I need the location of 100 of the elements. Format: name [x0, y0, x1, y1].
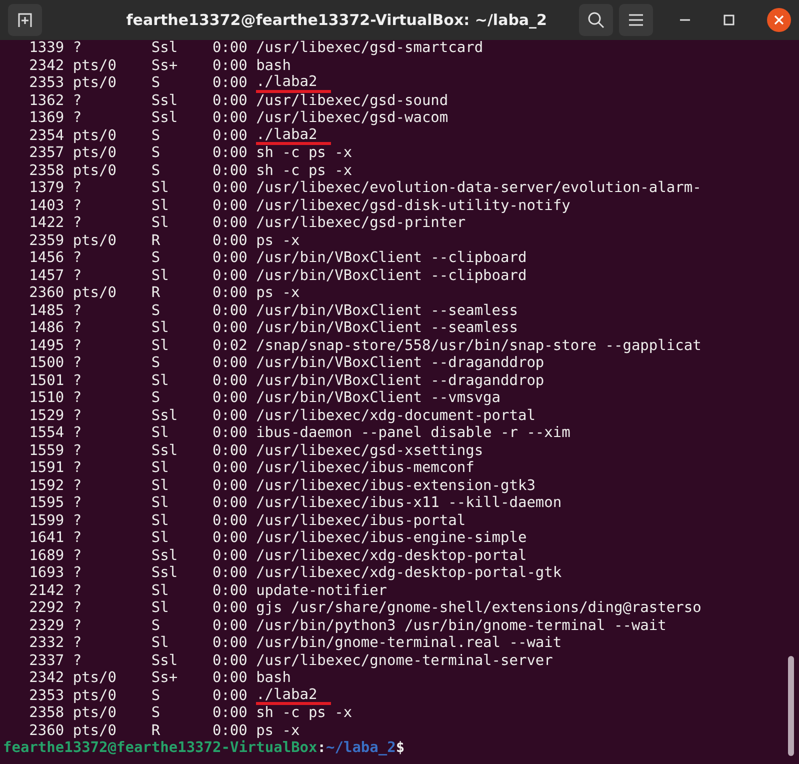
time-text: 0:00 — [211, 92, 248, 110]
time-text: 0:00 — [211, 565, 248, 582]
command-text: /usr/bin/VBoxClient --clipboard — [256, 268, 527, 285]
prompt-separator: : — [317, 740, 326, 756]
stat-text: S — [151, 250, 162, 268]
menu-icon — [628, 13, 644, 27]
stat-text: Sl — [151, 530, 170, 548]
tty-text: ? — [72, 92, 83, 110]
time-text: 0:00 — [211, 58, 248, 75]
tty-text: ? — [72, 302, 83, 320]
tty-text: pts/0 — [72, 128, 118, 145]
stat-text: S — [151, 618, 162, 635]
time-text: 0:00 — [211, 40, 248, 58]
pid-text: 1379 — [28, 180, 64, 198]
stat-text: S — [151, 128, 162, 145]
time-text: 0:00 — [211, 250, 248, 268]
pid-text: 1500 — [28, 355, 64, 372]
tty-text: ? — [72, 408, 83, 425]
pid-text: 2292 — [28, 600, 64, 618]
command-text: /usr/libexec/ibus-x11 --kill-daemon — [256, 495, 562, 512]
tty-text: ? — [72, 495, 83, 512]
tty-text: ? — [72, 600, 83, 618]
pid-text: 1599 — [28, 512, 64, 530]
tty-text: pts/0 — [72, 285, 118, 302]
search-button[interactable] — [579, 4, 613, 36]
close-button[interactable] — [767, 8, 791, 32]
pid-text: 1422 — [28, 215, 64, 232]
command-text: /usr/libexec/gsd-sound — [256, 92, 448, 110]
command-text: ps -x — [256, 232, 300, 250]
tty-text: ? — [72, 582, 83, 600]
stat-text: Sl — [151, 180, 170, 198]
time-text: 0:00 — [211, 75, 248, 92]
stat-text: Sl — [151, 372, 170, 390]
pid-text: 1486 — [28, 320, 64, 338]
time-text: 0:00 — [211, 215, 248, 232]
pid-text: 1501 — [28, 372, 64, 390]
pid-text: 1403 — [28, 198, 64, 215]
pid-text: 2329 — [28, 618, 64, 635]
command-text: update-notifier — [256, 582, 388, 600]
time-text: 0:00 — [211, 600, 248, 618]
window-title: fearthe13372@fearthe13372-VirtualBox: ~/laba_2 — [126, 11, 547, 29]
time-text: 0:00 — [211, 688, 248, 705]
tty-text: pts/0 — [72, 58, 118, 75]
pid-text: 1595 — [28, 495, 64, 512]
stat-text: S — [151, 355, 162, 372]
time-text: 0:00 — [211, 390, 248, 408]
tty-text: ? — [72, 548, 83, 565]
time-text: 0:00 — [211, 512, 248, 530]
pid-text: 2353 — [28, 75, 64, 92]
time-text: 0:00 — [211, 128, 248, 145]
tty-text: ? — [72, 110, 83, 128]
pid-text: 1457 — [28, 268, 64, 285]
stat-text: Sl — [151, 268, 170, 285]
stat-text: Sl — [151, 460, 170, 478]
tty-text: ? — [72, 198, 83, 215]
pid-text: 1529 — [28, 408, 64, 425]
pid-text: 2360 — [28, 722, 64, 740]
tty-text: ? — [72, 268, 83, 285]
command-text: ibus-daemon --panel disable -r --xim — [256, 425, 570, 442]
prompt-user-host: fearthe13372@fearthe13372-VirtualBox — [3, 740, 318, 756]
pid-text: 2342 — [28, 58, 64, 75]
stat-text: Sl — [151, 635, 170, 652]
pid-text: 1369 — [28, 110, 64, 128]
time-text: 0:00 — [211, 548, 248, 565]
time-text: 0:00 — [211, 478, 248, 495]
prompt-symbol: $ — [396, 740, 405, 756]
menu-button[interactable] — [619, 4, 653, 36]
new-tab-button[interactable] — [8, 4, 42, 36]
stat-text: Sl — [151, 478, 170, 495]
minimize-icon — [680, 19, 690, 21]
stat-text: Sl — [151, 495, 170, 512]
stat-text: S — [151, 145, 162, 162]
tty-text: ? — [72, 442, 83, 460]
tty-text: ? — [72, 460, 83, 478]
pid-text: 1591 — [28, 460, 64, 478]
prompt-path: ~/laba_2 — [326, 740, 396, 756]
time-text: 0:00 — [211, 408, 248, 425]
command-text: /usr/libexec/ibus-memconf — [256, 460, 474, 478]
command-text: /usr/bin/VBoxClient --clipboard — [256, 250, 527, 268]
tty-text: ? — [72, 355, 83, 372]
tty-text: pts/0 — [72, 722, 118, 740]
command-text: /usr/libexec/evolution-data-server/evolution-alarm- — [256, 180, 702, 198]
scrollbar-thumb[interactable] — [788, 656, 794, 756]
stat-text: Sl — [151, 198, 170, 215]
stat-text: Ssl — [151, 110, 179, 128]
stat-text: Ssl — [151, 548, 179, 565]
stat-text: S — [151, 688, 162, 705]
command-text: /usr/bin/VBoxClient --draganddrop — [256, 372, 544, 390]
pid-text: 1554 — [28, 425, 64, 442]
stat-text: S — [151, 390, 162, 408]
pid-text: 2354 — [28, 128, 64, 145]
tty-text: pts/0 — [72, 75, 118, 92]
underlined-command-text: ./laba2 — [256, 128, 332, 145]
tty-text: ? — [72, 390, 83, 408]
underlined-command-text: ./laba2 — [256, 75, 332, 92]
stat-text: R — [151, 232, 162, 250]
pid-text: 1641 — [28, 530, 64, 548]
command-text: /usr/libexec/gsd-xsettings — [256, 442, 484, 460]
pid-text: 2358 — [28, 705, 64, 722]
tty-text: ? — [72, 512, 83, 530]
